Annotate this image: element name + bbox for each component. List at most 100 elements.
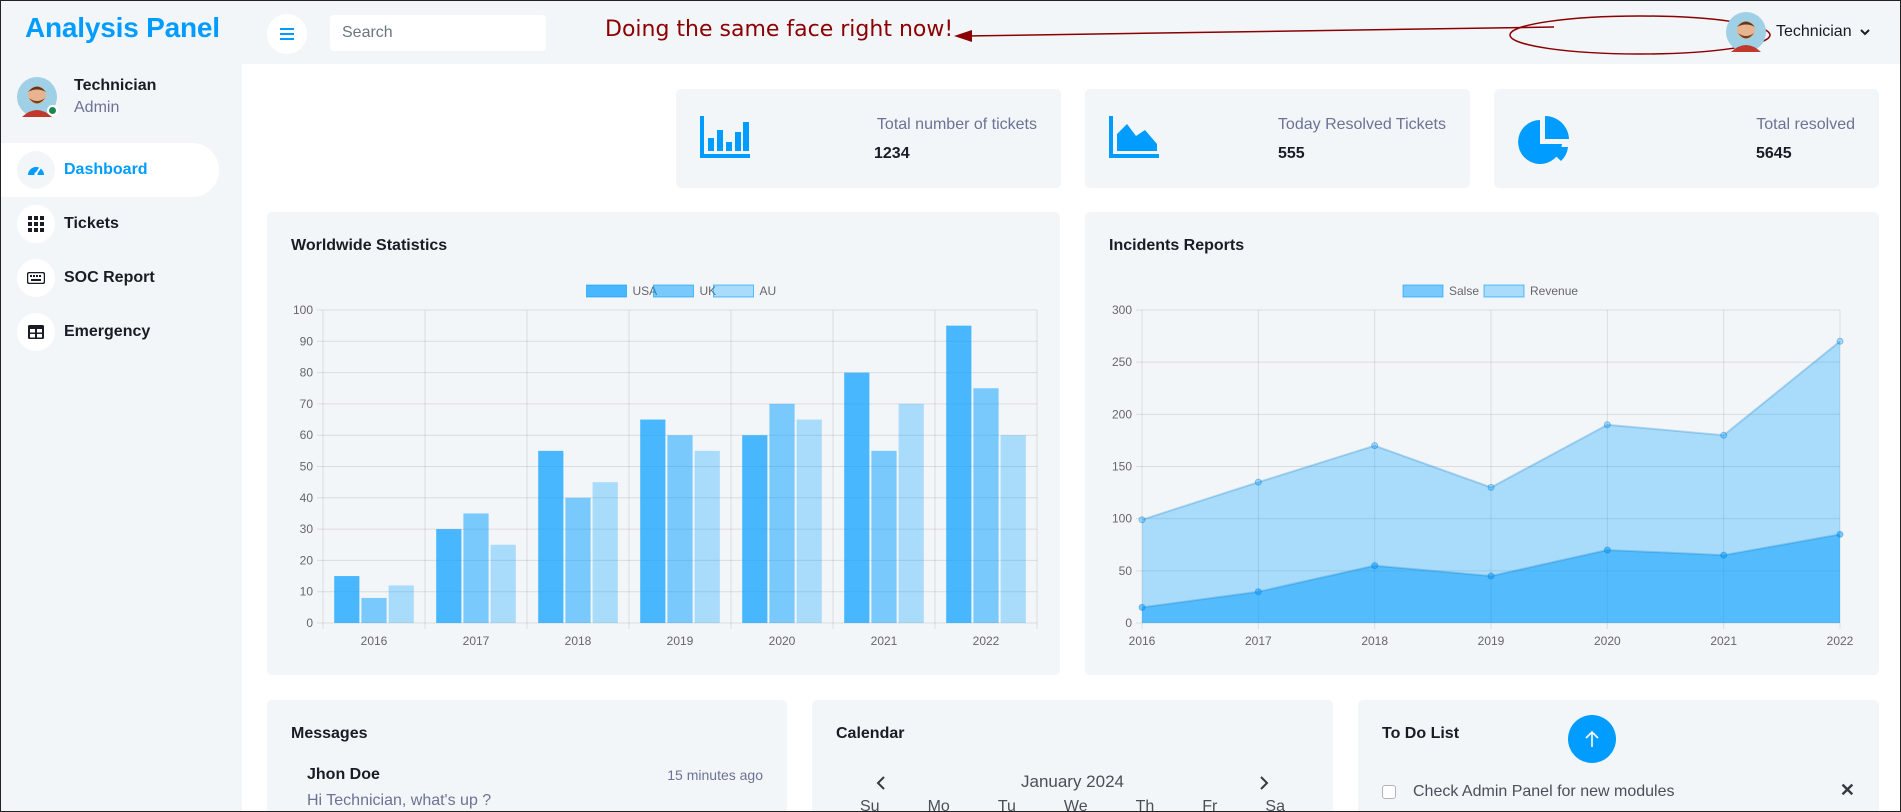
chevron-down-icon (1859, 28, 1870, 35)
legend-swatch (713, 284, 754, 298)
weekday: Th (1135, 798, 1155, 812)
bar (946, 325, 972, 623)
bar (769, 403, 795, 623)
avatar (1726, 12, 1766, 52)
stat-label: Total number of tickets (876, 116, 1037, 133)
stat-card-total-resolved: Total resolved 5645 (1494, 89, 1879, 188)
messages-panel: Messages Jhon Doe 15 minutes ago Hi Tech… (267, 700, 787, 812)
data-point (1138, 516, 1146, 524)
data-point (1603, 421, 1611, 429)
data-point (1254, 588, 1262, 596)
sidebar-item-dashboard[interactable]: Dashboard (0, 143, 219, 197)
x-tick-label: 2019 (1478, 634, 1505, 648)
bar (334, 576, 360, 623)
incidents-reports-chart: Salse Revenue 0 50 100 150 200 250 300 2016 2017 20… (1112, 284, 1854, 648)
bar-chart-icon (700, 116, 750, 163)
todo-text: Check Admin Panel for new modules (1413, 783, 1675, 800)
sidebar-nav: Dashboard Tickets SOC Report Emergency (0, 143, 242, 359)
y-tick-label: 60 (300, 428, 314, 442)
data-point (1138, 603, 1146, 611)
bar (538, 450, 564, 623)
y-tick-label: 50 (300, 460, 314, 474)
brand-title[interactable]: Analysis Panel (25, 12, 220, 44)
bar (436, 529, 462, 623)
data-point (1371, 442, 1379, 450)
legend-label: AU (760, 284, 777, 298)
y-tick-label: 150 (1112, 460, 1132, 474)
y-tick-label: 40 (300, 491, 314, 505)
todo-checkbox[interactable] (1382, 785, 1396, 799)
bar (388, 585, 414, 623)
stat-card-today-resolved: Today Resolved Tickets 555 (1085, 89, 1470, 188)
y-tick-label: 100 (1112, 512, 1132, 526)
x-tick-label: 2017 (463, 634, 490, 648)
y-tick-label: 90 (300, 334, 314, 348)
weekday: Su (860, 798, 880, 812)
bar (973, 388, 999, 623)
worldwide-statistics-chart: USA UK AU01020304050607080901002016 2017 201… (293, 284, 1038, 648)
x-tick-label: 2018 (565, 634, 592, 648)
x-tick-label: 2016 (361, 634, 388, 648)
chevron-right-icon[interactable] (1259, 776, 1269, 790)
calendar-header: January 2024 (836, 772, 1309, 796)
sidebar-item-label: SOC Report (64, 269, 155, 286)
bar (640, 419, 666, 623)
message-item[interactable]: Jhon Doe 15 minutes ago Hi Technician, w… (307, 766, 763, 810)
data-point (1371, 562, 1379, 570)
y-tick-label: 0 (306, 616, 313, 630)
pie-chart-icon (1518, 115, 1570, 171)
x-tick-label: 2017 (1245, 634, 1272, 648)
bar (871, 450, 897, 623)
x-tick-label: 2022 (973, 634, 1000, 648)
stat-value: 5645 (1756, 145, 1792, 162)
bar (742, 435, 768, 623)
legend-label: Revenue (1530, 284, 1578, 298)
weekday: Fr (1202, 798, 1218, 812)
y-tick-label: 250 (1112, 355, 1132, 369)
table-icon (17, 313, 55, 351)
x-tick-label: 2021 (1710, 634, 1737, 648)
bar (565, 497, 591, 623)
topbar-user-name: Technician (1776, 23, 1852, 40)
bar (898, 403, 924, 623)
back-to-top-button[interactable] (1568, 715, 1616, 763)
weekday: Tu (997, 798, 1016, 812)
sidebar: Analysis Panel Technician Admin Dashboar… (0, 0, 242, 812)
data-point (1487, 483, 1495, 491)
topbar-user-menu[interactable]: Technician (1726, 12, 1870, 52)
close-icon[interactable]: ✕ (1840, 780, 1855, 801)
y-tick-label: 10 (300, 585, 314, 599)
bar (694, 450, 720, 623)
avatar (17, 77, 58, 117)
topbar: Doing the same face right now! Technicia… (242, 0, 1901, 64)
chevron-left-icon[interactable] (876, 776, 886, 790)
sidebar-item-label: Emergency (64, 323, 151, 340)
bar (667, 435, 693, 623)
x-tick-label: 2019 (667, 634, 694, 648)
stat-value: 1234 (874, 145, 910, 162)
todo-item: Check Admin Panel for new modules ✕ (1382, 780, 1855, 804)
sidebar-item-emergency[interactable]: Emergency (0, 305, 242, 359)
bar (796, 419, 822, 623)
data-point (1720, 551, 1728, 559)
sidebar-item-label: Tickets (64, 215, 119, 232)
legend-swatch (1402, 284, 1444, 298)
sidebar-item-label: Dashboard (64, 161, 148, 178)
todo-panel: To Do List Check Admin Panel for new mod… (1358, 700, 1879, 812)
panel-title: Calendar (836, 725, 905, 742)
grid-icon (17, 205, 55, 243)
stat-value: 555 (1278, 145, 1305, 162)
data-point (1720, 431, 1728, 439)
legend-swatch (1483, 284, 1525, 298)
legend-swatch (586, 284, 627, 298)
sidebar-item-tickets[interactable]: Tickets (0, 197, 242, 251)
x-tick-label: 2022 (1827, 634, 1854, 648)
weekday: Sa (1265, 798, 1285, 812)
y-tick-label: 100 (293, 303, 313, 317)
sidebar-item-soc-report[interactable]: SOC Report (0, 251, 242, 305)
data-point (1836, 530, 1844, 538)
stat-label: Today Resolved Tickets (1277, 116, 1446, 133)
calendar-month: January 2024 (1020, 772, 1125, 791)
bar (463, 513, 489, 623)
x-tick-label: 2020 (769, 634, 796, 648)
